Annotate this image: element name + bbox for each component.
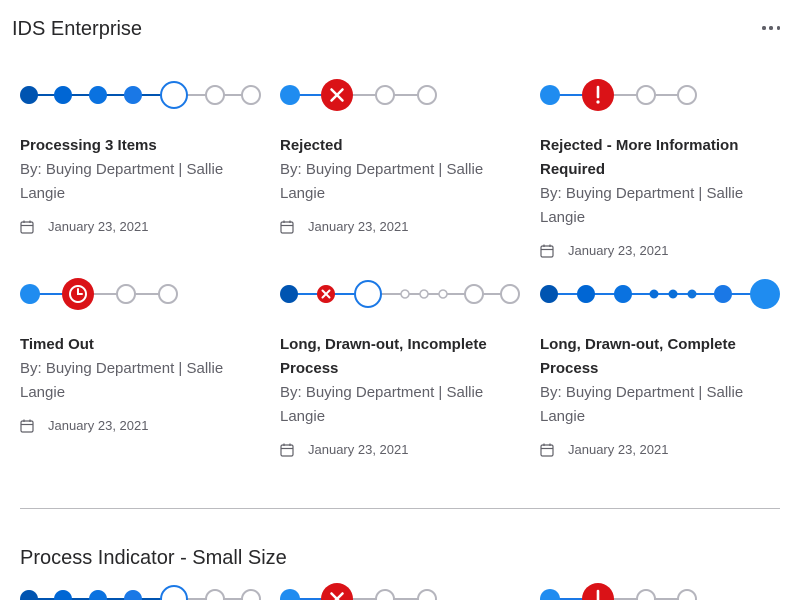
process-card-timed-out: Timed Out By: Buying Department | Sallie… xyxy=(20,275,270,433)
date-text: January 23, 2021 xyxy=(308,219,409,234)
calendar-icon xyxy=(20,419,34,433)
card-title: Timed Out xyxy=(20,336,94,353)
section-divider xyxy=(20,508,780,509)
app-title: IDS Enterprise xyxy=(12,18,143,40)
process-card-complete: Long, Drawn-out, Complete Process By: Bu… xyxy=(540,275,790,457)
card-date: January 23, 2021 xyxy=(280,219,408,234)
date-text: January 23, 2021 xyxy=(48,219,149,234)
process-card-rejected: Rejected By: Buying Department | Sallie … xyxy=(280,76,530,234)
card-date: January 23, 2021 xyxy=(540,442,668,457)
card-title: Rejected xyxy=(280,137,343,154)
small-process-indicator-2 xyxy=(280,583,437,600)
card-meta: By: Buying Department | Sallie Langie xyxy=(20,360,224,401)
card-meta: By: Buying Department | Sallie Langie xyxy=(20,161,224,202)
section-title: Process Indicator - Small Size xyxy=(20,547,287,569)
card-date: January 23, 2021 xyxy=(280,442,408,457)
small-process-indicator-1 xyxy=(20,585,261,600)
process-indicator xyxy=(20,76,280,116)
card-title: Long, Drawn-out, Incomplete Process xyxy=(280,336,487,377)
date-text: January 23, 2021 xyxy=(568,243,669,258)
calendar-icon xyxy=(540,244,554,258)
process-indicator xyxy=(280,275,540,315)
calendar-icon xyxy=(540,443,554,457)
process-indicator xyxy=(280,76,540,116)
card-title: Rejected - More Information Required xyxy=(540,137,739,178)
process-indicator xyxy=(540,275,800,315)
date-text: January 23, 2021 xyxy=(48,418,149,433)
card-title: Long, Drawn-out, Complete Process xyxy=(540,336,736,377)
calendar-icon xyxy=(280,220,294,234)
card-meta: By: Buying Department | Sallie Langie xyxy=(280,161,484,202)
card-title: Processing 3 Items xyxy=(20,137,157,154)
more-options-icon[interactable] xyxy=(762,21,780,35)
process-card-incomplete: Long, Drawn-out, Incomplete Process By: … xyxy=(280,275,530,457)
card-date: January 23, 2021 xyxy=(20,418,148,433)
process-indicator xyxy=(20,275,280,315)
date-text: January 23, 2021 xyxy=(568,442,669,457)
small-process-indicator-3 xyxy=(540,583,697,600)
process-indicator xyxy=(540,76,800,116)
calendar-icon xyxy=(20,220,34,234)
card-date: January 23, 2021 xyxy=(20,219,148,234)
card-date: January 23, 2021 xyxy=(540,243,668,258)
process-card-rejected-more-info: Rejected - More Information Required By:… xyxy=(540,76,790,258)
process-card-processing: Processing 3 Items By: Buying Department… xyxy=(20,76,270,234)
calendar-icon xyxy=(280,443,294,457)
card-meta: By: Buying Department | Sallie Langie xyxy=(540,384,744,425)
card-meta: By: Buying Department | Sallie Langie xyxy=(540,185,744,226)
date-text: January 23, 2021 xyxy=(308,442,409,457)
card-meta: By: Buying Department | Sallie Langie xyxy=(280,384,484,425)
